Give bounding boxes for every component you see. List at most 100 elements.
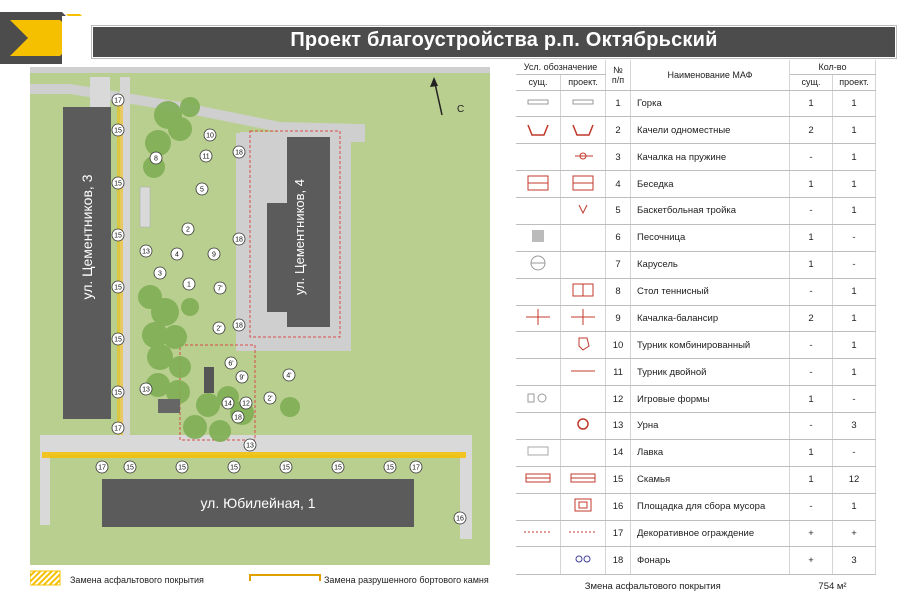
row-number: 13 (605, 412, 631, 440)
symbol-existing (516, 546, 561, 575)
balancer-icon (526, 308, 550, 325)
symbol-existing (516, 251, 561, 279)
table-row: 9 Качалка-балансир 2 1 (516, 305, 876, 333)
row-number: 11 (605, 358, 631, 387)
symbol-project (560, 305, 606, 333)
map-marker-label: 2 (186, 227, 190, 234)
symbol-project (560, 90, 606, 118)
symbol-project (560, 224, 606, 252)
table-row: 14 Лавка 1- (516, 439, 876, 467)
row-qty-existing: 1 (789, 251, 833, 279)
symbol-project (560, 197, 606, 225)
row-number: 7 (605, 251, 631, 279)
map-marker-label: 15 (386, 465, 394, 472)
row-qty-project: - (832, 224, 876, 252)
forms-icon (527, 393, 547, 403)
symbol-existing (516, 439, 561, 467)
table-row: 5 Баскетбольная тройка -1 (516, 197, 876, 225)
row-number: 18 (605, 546, 631, 575)
map-marker-label: 2' (267, 396, 272, 403)
row-number: 8 (605, 278, 631, 306)
label-cementnikov-4: ул. Цементников, 4 (292, 179, 307, 295)
symbol-project (560, 331, 606, 360)
map-marker-label: 10 (206, 133, 214, 140)
row-qty-existing: - (789, 143, 833, 172)
row-qty-existing: 1 (789, 439, 833, 467)
doublebar-icon (571, 370, 595, 372)
row-qty-existing: 1 (789, 170, 833, 198)
row-name: Фонарь (630, 546, 790, 575)
row-name: Песочница (630, 224, 790, 252)
symbol-project (560, 170, 606, 198)
row-qty-existing: 1 (789, 224, 833, 252)
swing-icon (572, 124, 594, 136)
row-number: 15 (605, 466, 631, 494)
row-qty-project: 1 (832, 305, 876, 333)
row-qty-project: + (832, 520, 876, 548)
symbol-existing (516, 305, 561, 333)
bench2-icon (525, 473, 551, 483)
row-qty-project: 1 (832, 116, 876, 145)
row-number: 2 (605, 116, 631, 145)
gazebo-icon (527, 175, 549, 191)
row-qty-existing: 1 (789, 385, 833, 413)
row-name: Игровые формы (630, 385, 790, 413)
map-marker-label: 15 (230, 465, 238, 472)
lamp-icon (575, 555, 591, 563)
table-row: 3 Качалка на пружине -1 (516, 143, 876, 172)
row-qty-existing: + (789, 520, 833, 548)
map-marker-label: 8 (154, 156, 158, 163)
map-marker-label: 17 (114, 426, 122, 433)
map-marker-label: 6' (228, 361, 233, 368)
table-row: 13 Урна -3 (516, 412, 876, 440)
swing-icon (527, 124, 549, 136)
legend-curb: Замена разрушенного бортового камня (324, 575, 489, 585)
row-name: Качалка на пружине (630, 143, 790, 172)
symbol-project (560, 466, 606, 494)
table-row: 8 Стол теннисный -1 (516, 278, 876, 306)
row-number: 14 (605, 439, 631, 467)
symbol-existing (516, 143, 561, 172)
header-qty: Кол-во (789, 60, 876, 75)
symbol-existing (516, 116, 561, 145)
row-name: Турник двойной (630, 358, 790, 387)
map-marker-label: 18 (235, 323, 243, 330)
row-name: Качалка-балансир (630, 305, 790, 333)
table-row: 12 Игровые формы 1- (516, 385, 876, 413)
row-qty-existing: + (789, 546, 833, 575)
row-qty-existing: 1 (789, 466, 833, 494)
row-name: Стол теннисный (630, 278, 790, 306)
row-name: Скамья (630, 466, 790, 494)
table-row: 17 Декоративное ограждение + + (516, 520, 876, 548)
map-marker-label: 13 (246, 443, 254, 450)
row-qty-project: 1 (832, 197, 876, 225)
row-qty-project: 1 (832, 278, 876, 306)
table-row: 4 Беседка 1 1 (516, 170, 876, 198)
balancer-icon (571, 308, 595, 325)
row-name: Качели одноместные (630, 116, 790, 145)
symbol-project (560, 385, 606, 413)
footer-value: 754 м² (818, 580, 847, 592)
symbol-existing (516, 385, 561, 413)
fence-icon (524, 531, 552, 533)
bench2-icon (570, 473, 596, 483)
row-number: 5 (605, 197, 631, 225)
map-marker-label: 15 (114, 181, 122, 188)
map-marker-label: 17 (412, 465, 420, 472)
site-plan-map: ул. Цементников, 3 ул. Цементников, 4 ул… (30, 67, 490, 565)
row-number: 12 (605, 385, 631, 413)
table-icon (572, 283, 594, 297)
map-marker-label: 13 (142, 249, 150, 256)
row-name: Горка (630, 90, 790, 118)
row-qty-project: 1 (832, 493, 876, 521)
table-row: 16 Площадка для сбора мусора -1 (516, 493, 876, 521)
label-yubileynaya-1: ул. Юбилейная, 1 (200, 495, 315, 511)
map-marker-label: 17 (98, 465, 106, 472)
legend-asphalt: Замена асфальтового покрытия (70, 575, 204, 585)
map-marker-label: 2' (216, 326, 221, 333)
row-number: 3 (605, 143, 631, 172)
footer-label: Змена асфальтового покрытия (584, 580, 721, 592)
map-marker-label: 12 (242, 401, 250, 408)
table-row: 2 Качели одноместные 2 1 (516, 116, 876, 145)
table-row: 11 Турник двойной -1 (516, 358, 876, 387)
